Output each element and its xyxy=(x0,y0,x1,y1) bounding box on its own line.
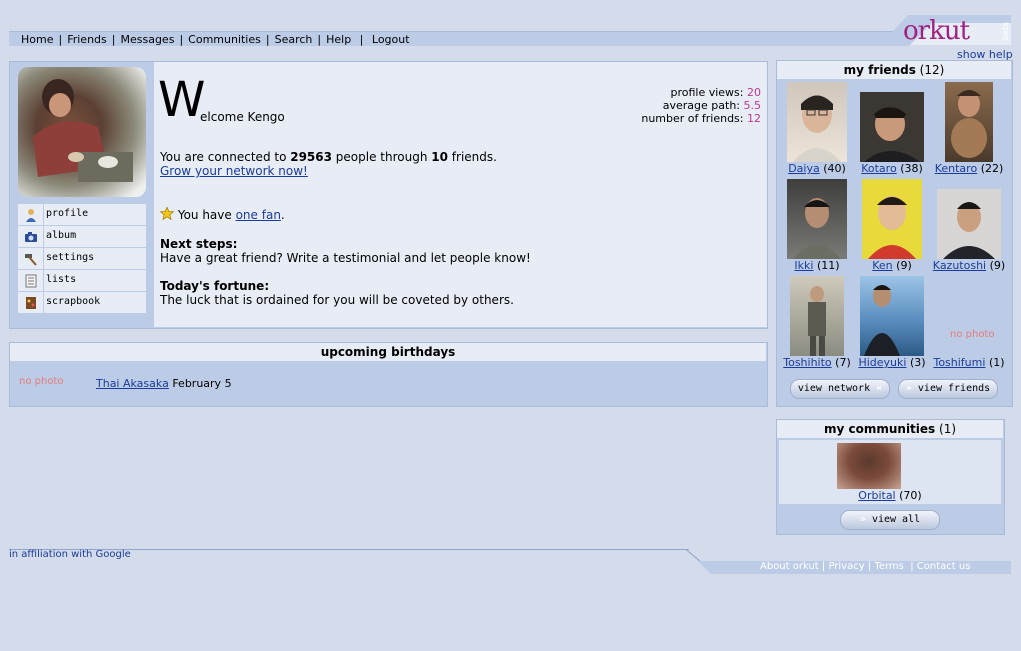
next-steps-title: Next steps: xyxy=(160,237,238,251)
birthday-name-link[interactable]: Thai Akasaka xyxy=(96,377,169,390)
friend-no-photo[interactable]: no photo xyxy=(937,276,1001,356)
sidebar-item-label: scrapbook xyxy=(46,296,101,307)
friend-tile: Hideyuki (3) xyxy=(853,276,931,369)
friend-tile: Daiya (40) xyxy=(778,82,856,175)
orkut-logo[interactable]: orkut xyxy=(903,16,970,46)
double-chevron-right-icon: » xyxy=(859,514,866,525)
footer-terms-link[interactable]: Terms xyxy=(874,561,903,572)
birthdays-title: upcoming birthdays xyxy=(10,343,766,361)
profile-views-value: 20 xyxy=(747,86,761,99)
friend-tile: Ikki (11) xyxy=(778,179,856,272)
beta-label: beta xyxy=(1001,22,1010,41)
friend-name-link[interactable]: Kazutoshi xyxy=(933,259,986,272)
friend-count: 10 xyxy=(431,150,448,164)
person-icon xyxy=(18,204,44,225)
sidebar-item-label: profile xyxy=(46,208,89,219)
friend-photo[interactable] xyxy=(787,82,847,162)
fan-line: You have one fan. xyxy=(159,206,285,222)
next-steps-text: Have a great friend? Write a testimonial… xyxy=(160,251,531,265)
sidebar-item-profile[interactable]: profile xyxy=(18,204,146,226)
friend-photo[interactable] xyxy=(790,276,844,356)
friend-name-link[interactable]: Ikki xyxy=(794,259,813,272)
footer-contact-link[interactable]: Contact us xyxy=(917,561,971,572)
sidebar-item-label: settings xyxy=(46,252,95,263)
friend-photo[interactable] xyxy=(937,189,1001,259)
sidebar-item-album[interactable]: album xyxy=(18,226,146,248)
nav-logout[interactable]: Logout xyxy=(372,33,410,46)
hammer-icon xyxy=(18,248,44,269)
sidebar-item-settings[interactable]: settings xyxy=(18,248,146,270)
fortune-text: The luck that is ordained for you will b… xyxy=(160,293,514,307)
friend-name-link[interactable]: Toshihito xyxy=(783,356,831,369)
footer-links: About orkut | Privacy | Terms | Contact … xyxy=(760,561,971,572)
profile-stats: profile views: 20 average path: 5.5 numb… xyxy=(600,86,761,125)
star-icon xyxy=(159,206,175,222)
view-network-button[interactable]: view network « xyxy=(790,379,890,399)
friend-tile: Ken (9) xyxy=(853,179,931,272)
communities-title: my communities (1) xyxy=(777,420,1003,438)
birthday-entry: Thai Akasaka February 5 xyxy=(96,377,232,390)
footer-privacy-link[interactable]: Privacy xyxy=(828,561,864,572)
friend-tile: Kotaro (38) xyxy=(853,82,931,175)
profile-views-label: profile views: xyxy=(670,86,744,99)
friend-photo[interactable] xyxy=(860,276,924,356)
friend-tile: Kentaro (22) xyxy=(930,82,1008,175)
sidebar-item-label: album xyxy=(46,230,77,241)
friend-tile: no photo Toshifumi (1) xyxy=(930,276,1008,369)
friends-title: my friends (12) xyxy=(777,61,1011,79)
footer-about-link[interactable]: About orkut xyxy=(760,561,819,572)
friend-photo[interactable] xyxy=(945,82,993,162)
friend-photo[interactable] xyxy=(862,179,922,259)
double-chevron-left-icon: « xyxy=(876,383,883,394)
friend-name-link[interactable]: Kentaro xyxy=(935,162,977,175)
view-all-communities-button[interactable]: » view all xyxy=(840,510,940,530)
view-friends-button[interactable]: » view friends xyxy=(898,379,998,399)
average-path-label: average path: xyxy=(662,99,740,112)
grow-network-link[interactable]: Grow your network now! xyxy=(160,164,308,178)
birthday-no-photo: no photo xyxy=(19,376,64,387)
friend-name-link[interactable]: Ken xyxy=(872,259,892,272)
next-steps: Next steps: Have a great friend? Write a… xyxy=(160,237,531,265)
fortune-title: Today's fortune: xyxy=(160,279,270,293)
fan-link[interactable]: one fan xyxy=(236,208,281,222)
people-count: 29563 xyxy=(290,150,332,164)
friend-tile: Kazutoshi (9) xyxy=(930,179,1008,272)
affiliation-text: in affiliation with Google xyxy=(9,549,131,560)
sidebar-item-lists[interactable]: lists xyxy=(18,270,146,292)
nav-help[interactable]: Help xyxy=(326,33,351,46)
friend-photo[interactable] xyxy=(860,92,924,162)
profile-photo[interactable] xyxy=(18,67,146,197)
connection-summary: You are connected to 29563 people throug… xyxy=(160,150,497,164)
friend-tile: Toshihito (7) xyxy=(778,276,856,369)
todays-fortune: Today's fortune: The luck that is ordain… xyxy=(160,279,514,307)
friend-photo[interactable] xyxy=(787,179,847,259)
friend-name-link[interactable]: Toshifumi xyxy=(933,356,985,369)
sidebar-item-label: lists xyxy=(46,274,77,285)
friend-name-link[interactable]: Kotaro xyxy=(861,162,896,175)
friends-count-label: number of friends: xyxy=(641,112,744,125)
community-name-link[interactable]: Orbital xyxy=(858,489,895,502)
scrapbook-icon xyxy=(18,292,44,313)
sidebar-item-scrapbook[interactable]: scrapbook xyxy=(18,292,146,314)
community-caption: Orbital (70) xyxy=(858,489,922,502)
nav-messages[interactable]: Messages xyxy=(120,33,174,46)
camera-icon xyxy=(18,226,44,247)
welcome-text: elcome Kengo xyxy=(200,110,285,124)
friend-name-link[interactable]: Daiya xyxy=(788,162,820,175)
nav-home[interactable]: Home xyxy=(21,33,53,46)
community-photo[interactable] xyxy=(837,443,901,489)
top-nav-bar: Home | Friends | Messages | Communities | Search… xyxy=(9,31,909,46)
list-icon xyxy=(18,270,44,291)
birthday-date: February 5 xyxy=(172,377,232,390)
average-path-value: 5.5 xyxy=(743,99,762,112)
nav-friends[interactable]: Friends xyxy=(67,33,107,46)
friends-count-value: 12 xyxy=(747,112,761,125)
double-chevron-right-icon: » xyxy=(905,383,912,394)
welcome-initial: W xyxy=(158,72,206,128)
friend-name-link[interactable]: Hideyuki xyxy=(858,356,906,369)
nav-search[interactable]: Search xyxy=(275,33,313,46)
nav-communities[interactable]: Communities xyxy=(188,33,261,46)
